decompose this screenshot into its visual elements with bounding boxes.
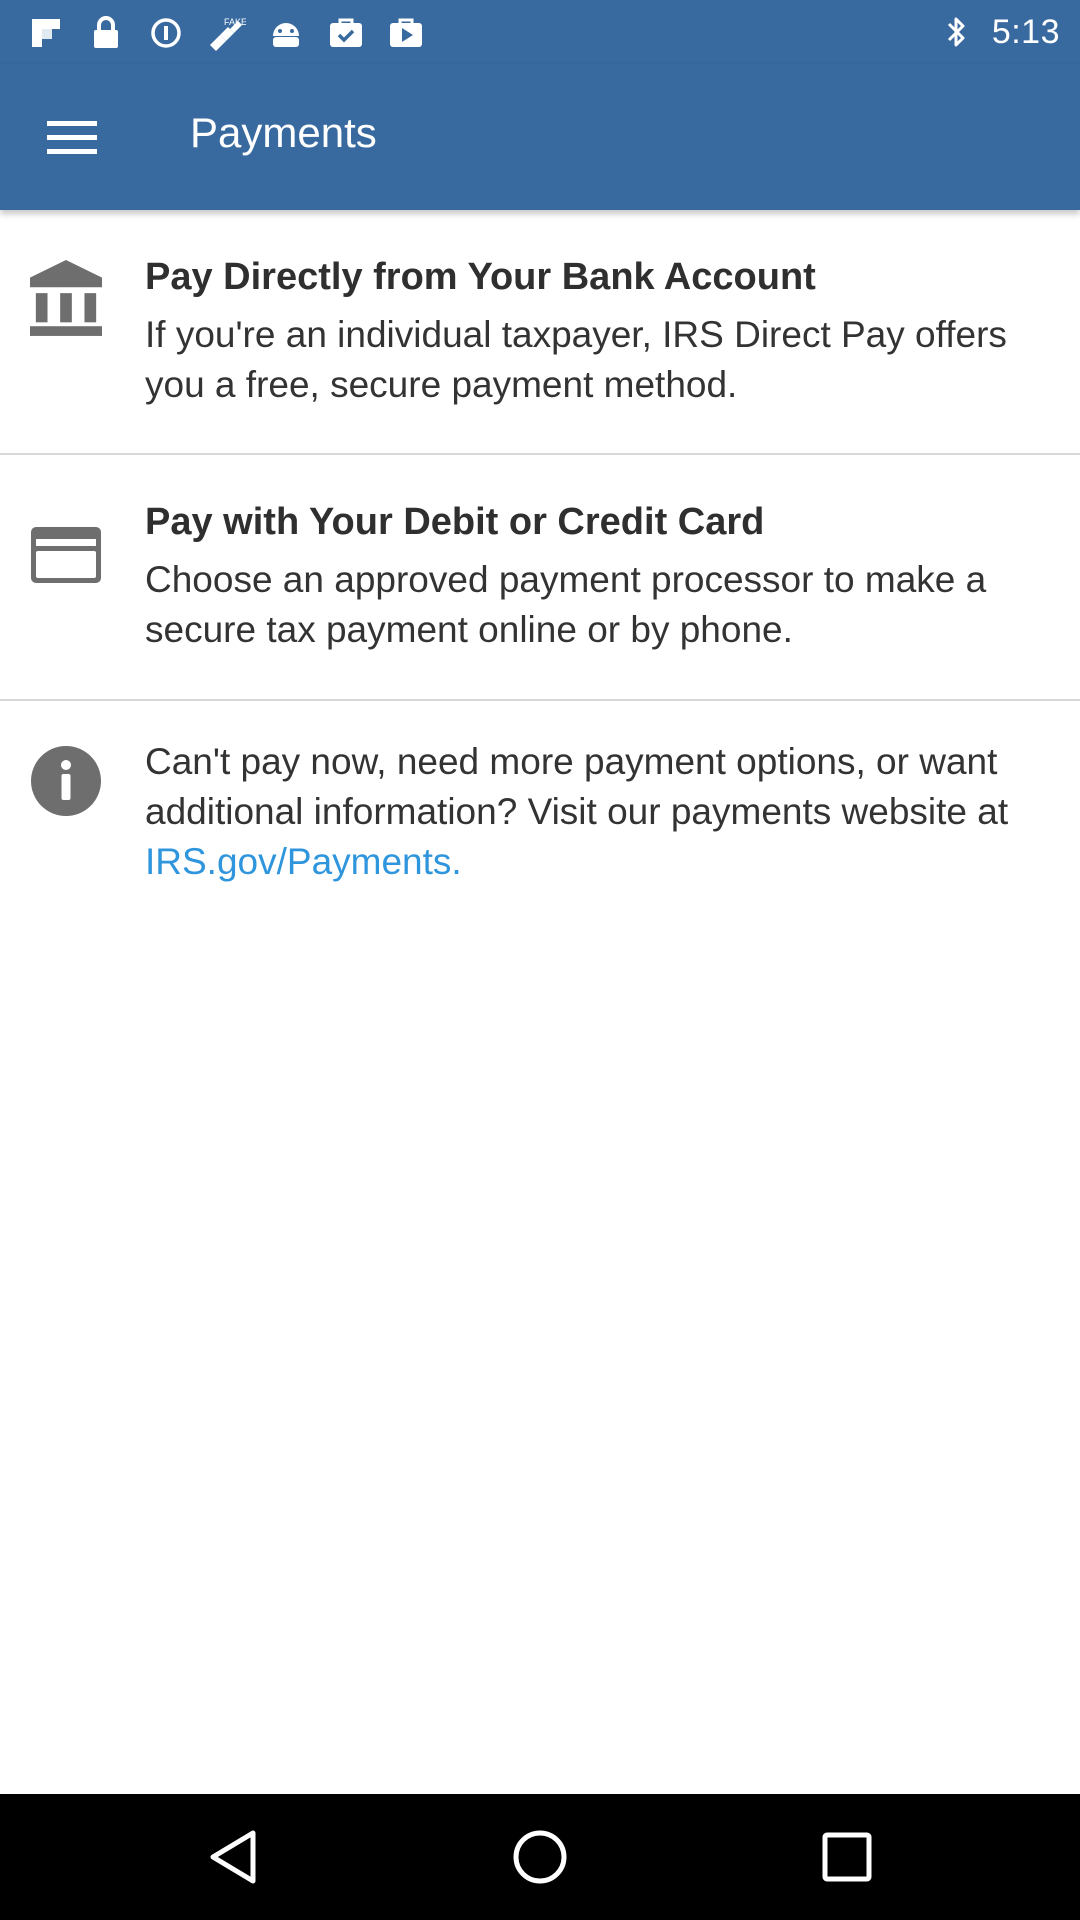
recents-square-icon (822, 1832, 872, 1882)
bank-account-option[interactable]: Pay Directly from Your Bank Account If y… (0, 210, 1080, 455)
system-status: 5:13 (940, 12, 1060, 52)
payments-screen: FAKE 5:13 Payments Pay Directly from You… (0, 0, 1080, 1920)
lock-icon (86, 14, 126, 52)
irs-payments-link[interactable]: IRS.gov/Payments. (145, 841, 462, 882)
back-button[interactable] (183, 1807, 283, 1907)
navigation-bar (0, 1794, 1080, 1920)
card-option-title: Pay with Your Debit or Credit Card (145, 501, 765, 543)
back-triangle-icon (210, 1830, 256, 1884)
credit-card-icon (30, 519, 102, 591)
briefcase-check-icon (326, 14, 366, 52)
recents-button[interactable] (797, 1807, 897, 1907)
app-bar: Payments (0, 64, 1080, 210)
home-button[interactable] (490, 1807, 590, 1907)
more-info-prefix: Can't pay now, need more payment options… (145, 741, 1009, 832)
bank-option-text: Pay Directly from Your Bank Account If y… (145, 254, 1045, 410)
info-icon (30, 745, 102, 817)
home-circle-icon (513, 1830, 567, 1884)
card-option-text: Pay with Your Debit or Credit Card Choos… (145, 499, 1045, 655)
more-info-description: Can't pay now, need more payment options… (145, 737, 1045, 887)
flipboard-icon (26, 14, 66, 52)
status-bar: FAKE 5:13 (0, 0, 1080, 64)
bank-icon (30, 260, 102, 336)
data-saver-icon (146, 14, 186, 52)
payment-options-list: Pay Directly from Your Bank Account If y… (0, 210, 1080, 901)
card-option[interactable]: Pay with Your Debit or Credit Card Choos… (0, 455, 1080, 701)
hamburger-menu-icon (47, 121, 97, 154)
bank-option-description: If you're an individual taxpayer, IRS Di… (145, 314, 1007, 405)
notification-icons: FAKE (26, 14, 426, 52)
card-option-description: Choose an approved payment processor to … (145, 559, 987, 650)
bluetooth-icon (940, 12, 974, 52)
status-time: 5:13 (991, 12, 1060, 51)
more-info-option: Can't pay now, need more payment options… (0, 701, 1080, 901)
fake-gps-icon: FAKE (206, 14, 246, 52)
bank-option-title: Pay Directly from Your Bank Account (145, 256, 816, 298)
menu-button[interactable] (44, 112, 100, 162)
page-title: Payments (190, 109, 377, 156)
android-icon (266, 14, 306, 52)
more-info-text: Can't pay now, need more payment options… (145, 737, 1045, 887)
play-store-icon (386, 14, 426, 52)
